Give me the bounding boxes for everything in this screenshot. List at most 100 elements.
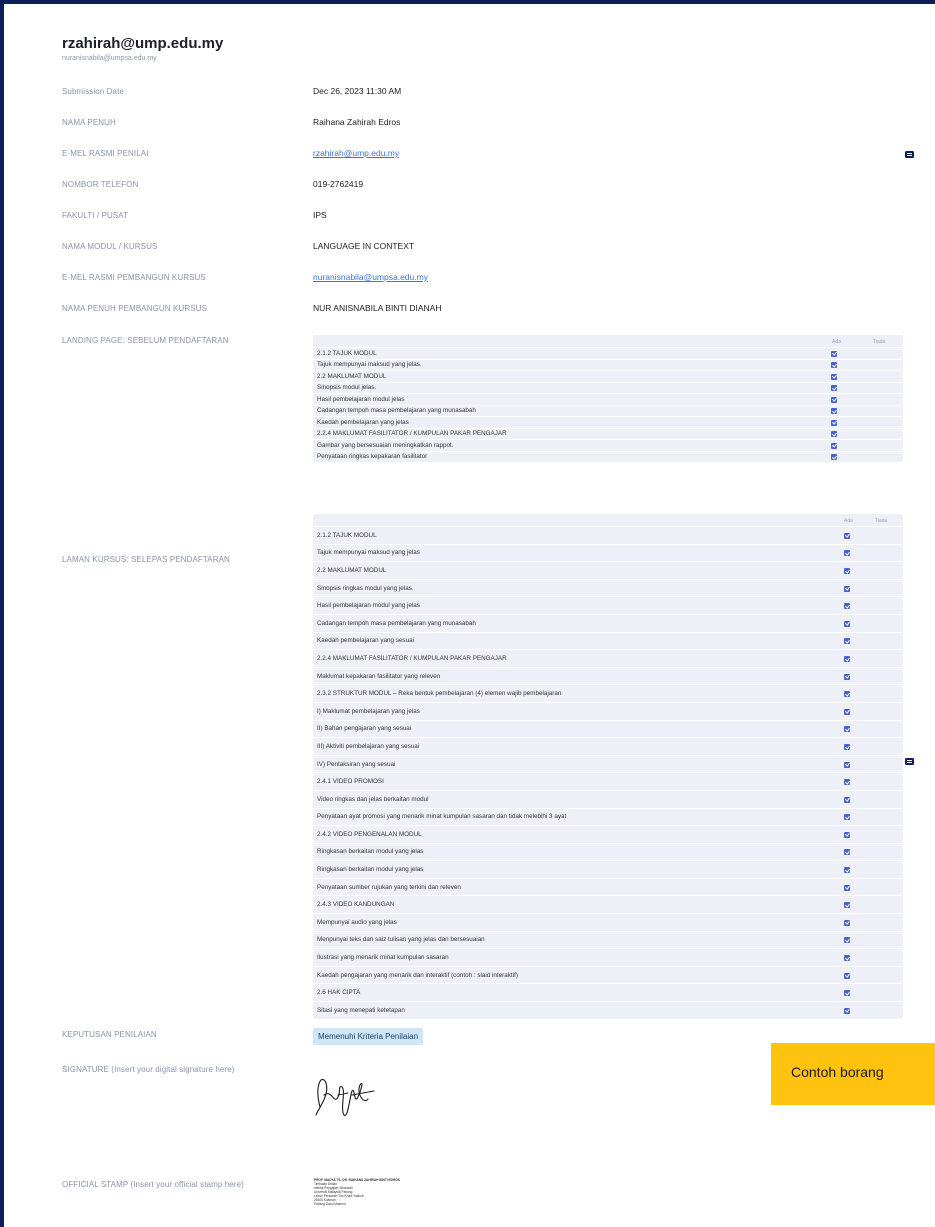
checklist-row: Hasil pembelajaran modul yang jelas xyxy=(313,596,903,614)
checkbox-ada[interactable] xyxy=(844,708,850,715)
checklist-item-text: Kaedah pembelajaran yang sesuai xyxy=(317,637,414,645)
developer-email-subheading: nuranisnabila@umpsa.edu.my xyxy=(62,55,157,62)
checkbox-ada[interactable] xyxy=(844,831,850,838)
stamp-label: OFFICIAL STAMP (Insert your official sta… xyxy=(62,1180,244,1189)
checklist-item-text: 2.3.2 STRUKTUR MODUL – Reka bentuk pembe… xyxy=(317,690,562,698)
checkbox-ada[interactable] xyxy=(844,990,850,997)
checkbox-ada[interactable] xyxy=(844,972,850,979)
checkbox-ada[interactable] xyxy=(844,603,850,610)
comment-icon[interactable] xyxy=(905,151,914,158)
checkbox-ada[interactable] xyxy=(844,937,850,944)
signature-label: SIGNATURE (Insert your digital signature… xyxy=(62,1065,235,1074)
checklist-row: 2.4.1 VIDEO PROMOSI xyxy=(313,772,903,790)
checklist-header: Ada Tiada xyxy=(313,514,903,526)
developer-email-link[interactable]: nuranisnabila@umpsa.edu.my xyxy=(313,272,428,282)
checkbox-ada[interactable] xyxy=(831,350,837,357)
checklist-item-text: 2.1.2 TAJUK MODUL xyxy=(317,349,377,357)
checklist-item-text: Sinopsis ringkas modul yang jelas. xyxy=(317,584,414,592)
checkbox-ada[interactable] xyxy=(844,532,850,539)
checkbox-ada[interactable] xyxy=(844,673,850,680)
checkbox-ada[interactable] xyxy=(844,691,850,698)
developer-name-label: NAMA PENUH PEMBANGUN KURSUS xyxy=(62,304,207,313)
checkbox-ada[interactable] xyxy=(831,442,837,449)
checklist-item-text: Kaedah pembelajaran yang jelas xyxy=(317,418,409,426)
checkbox-ada[interactable] xyxy=(844,902,850,909)
checkbox-ada[interactable] xyxy=(844,550,850,557)
checklist-item-text: 2.6 HAK CIPTA xyxy=(317,989,361,997)
checkbox-ada[interactable] xyxy=(831,362,837,369)
checklist-item-text: Hasil pembelajaran modul yang jelas xyxy=(317,602,420,610)
checklist-row: Cadangan tempoh masa pembelajaran yang m… xyxy=(313,613,903,632)
checklist-row: Sitasi yang menepati ketetapan xyxy=(313,1001,903,1019)
submission-date-label: Submission Date xyxy=(62,87,124,96)
checkbox-ada[interactable] xyxy=(844,620,850,627)
checkbox-ada[interactable] xyxy=(831,408,837,415)
checklist-item-text: III) Aktiviti pembelajaran yang sesuai xyxy=(317,742,420,750)
checkbox-ada[interactable] xyxy=(844,779,850,786)
checklist-row: Menpunyai teks dan saiz tulisan yang jel… xyxy=(313,930,903,949)
checkbox-ada[interactable] xyxy=(844,638,850,645)
checkbox-ada[interactable] xyxy=(844,567,850,574)
checklist-row: Kaedah pembelajaran yang sesuai xyxy=(313,631,903,650)
checkbox-ada[interactable] xyxy=(844,655,850,662)
checklist-item-text: 2.2.4 MAKLUMAT FASILITATOR / KUMPULAN PA… xyxy=(317,654,507,662)
decision-badge: Memenuhi Kriteria Penilaian xyxy=(313,1028,424,1045)
checklist-item-text: 2.2 MAKLUMAT MODUL xyxy=(317,372,387,380)
checklist-item-text: Sitasi yang menepati ketetapan xyxy=(317,1006,405,1014)
checklist-row: 2.4.3 VIDEO KANDUNGAN xyxy=(313,895,903,913)
checkbox-ada[interactable] xyxy=(844,1007,850,1014)
evaluator-email-heading: rzahirah@ump.edu.my xyxy=(62,35,224,52)
checklist-item-text: Kaedah pengajaran yang menarik dan inter… xyxy=(317,971,518,979)
checklist-row: Hasil pembelajaran modul jelas xyxy=(313,393,903,405)
checklist-item-text: I) Maklumat pembelajaran yang jelas xyxy=(317,707,420,715)
checklist-row: Penyataan ayat promosi yang menarik mina… xyxy=(313,807,903,826)
checkbox-ada[interactable] xyxy=(831,396,837,403)
checkbox-ada[interactable] xyxy=(844,849,850,856)
checklist-row: Sinopsis modul jelas. xyxy=(313,381,903,394)
checklist-item-text: Ilustrasi yang menarik minat kumpulan sa… xyxy=(317,954,449,962)
col-tiada: Tiada xyxy=(873,339,886,345)
checklist-row: Mempunyai audio yang jelas xyxy=(313,913,903,931)
checkbox-ada[interactable] xyxy=(844,796,850,803)
checkbox-ada[interactable] xyxy=(844,743,850,750)
checklist-item-text: Ringkasan berkaitan modul yang jelas xyxy=(317,848,424,856)
official-stamp: PROF. MADYA TS. DR. RAIHANA ZAHIRAH BINT… xyxy=(314,1178,434,1214)
checklist-row: 2.2.4 MAKLUMAT FASILITATOR / KUMPULAN PA… xyxy=(313,649,903,667)
stamp-line: Pahang Darul Makmur xyxy=(314,1202,346,1206)
comment-icon[interactable] xyxy=(905,758,914,765)
checkbox-ada[interactable] xyxy=(844,884,850,891)
evaluator-email-link[interactable]: rzahirah@ump.edu.my xyxy=(313,148,399,158)
checklist-item-text: 2.4.3 VIDEO KANDUNGAN xyxy=(317,901,395,909)
full-name-label: NAMA PENUH xyxy=(62,118,116,127)
checklist-item-text: 2.4.1 VIDEO PROMOSI xyxy=(317,778,384,786)
course-page-checklist: Ada Tiada 2.1.2 TAJUK MODUL Tajuk mempuny… xyxy=(313,514,903,1019)
checklist-item-text: 2.4.2 VIDEO PENGENALAN MODUL xyxy=(317,830,422,838)
checklist-row: Tajuk mempunyai maksud yang jelas. xyxy=(313,358,903,371)
checkbox-ada[interactable] xyxy=(831,431,837,438)
checklist-row: Penyataan sumber rujukan yang terkini da… xyxy=(313,877,903,896)
checklist-item-text: Tajuk mempunyai maksud yang jelas xyxy=(317,549,420,557)
checkbox-ada[interactable] xyxy=(831,385,837,392)
callout-box: Contoh borang xyxy=(771,1043,935,1105)
checkbox-ada[interactable] xyxy=(844,867,850,874)
checkbox-ada[interactable] xyxy=(844,585,850,592)
checkbox-ada[interactable] xyxy=(844,955,850,962)
checkbox-ada[interactable] xyxy=(831,454,837,461)
checkbox-ada[interactable] xyxy=(844,761,850,768)
checklist-item-text: Penyataan ayat promosi yang menarik mina… xyxy=(317,813,567,821)
checklist-row: 2.4.2 VIDEO PENGENALAN MODUL xyxy=(313,825,903,843)
checkbox-ada[interactable] xyxy=(844,919,850,926)
checkbox-ada[interactable] xyxy=(844,814,850,821)
checklist-item-text: Hasil pembelajaran modul jelas xyxy=(317,395,405,403)
checklist-row: 2.3.2 STRUKTUR MODUL – Reka bentuk pembe… xyxy=(313,684,903,702)
checkbox-ada[interactable] xyxy=(844,726,850,733)
checkbox-ada[interactable] xyxy=(831,373,837,380)
checklist-item-text: IV) Pentaksiran yang sesuai xyxy=(317,760,396,768)
faculty-label: FAKULTI / PUSAT xyxy=(62,211,129,220)
module-name-label: NAMA MODUL / KURSUS xyxy=(62,242,158,251)
checklist-header: Ada Tiada xyxy=(313,335,903,347)
checklist-row: Penyataan ringkas kepakaran fasilitator xyxy=(313,450,903,463)
checklist-row: Kaedah pengajaran yang menarik dan inter… xyxy=(313,965,903,984)
col-ada: Ada xyxy=(844,518,853,524)
checkbox-ada[interactable] xyxy=(831,419,837,426)
